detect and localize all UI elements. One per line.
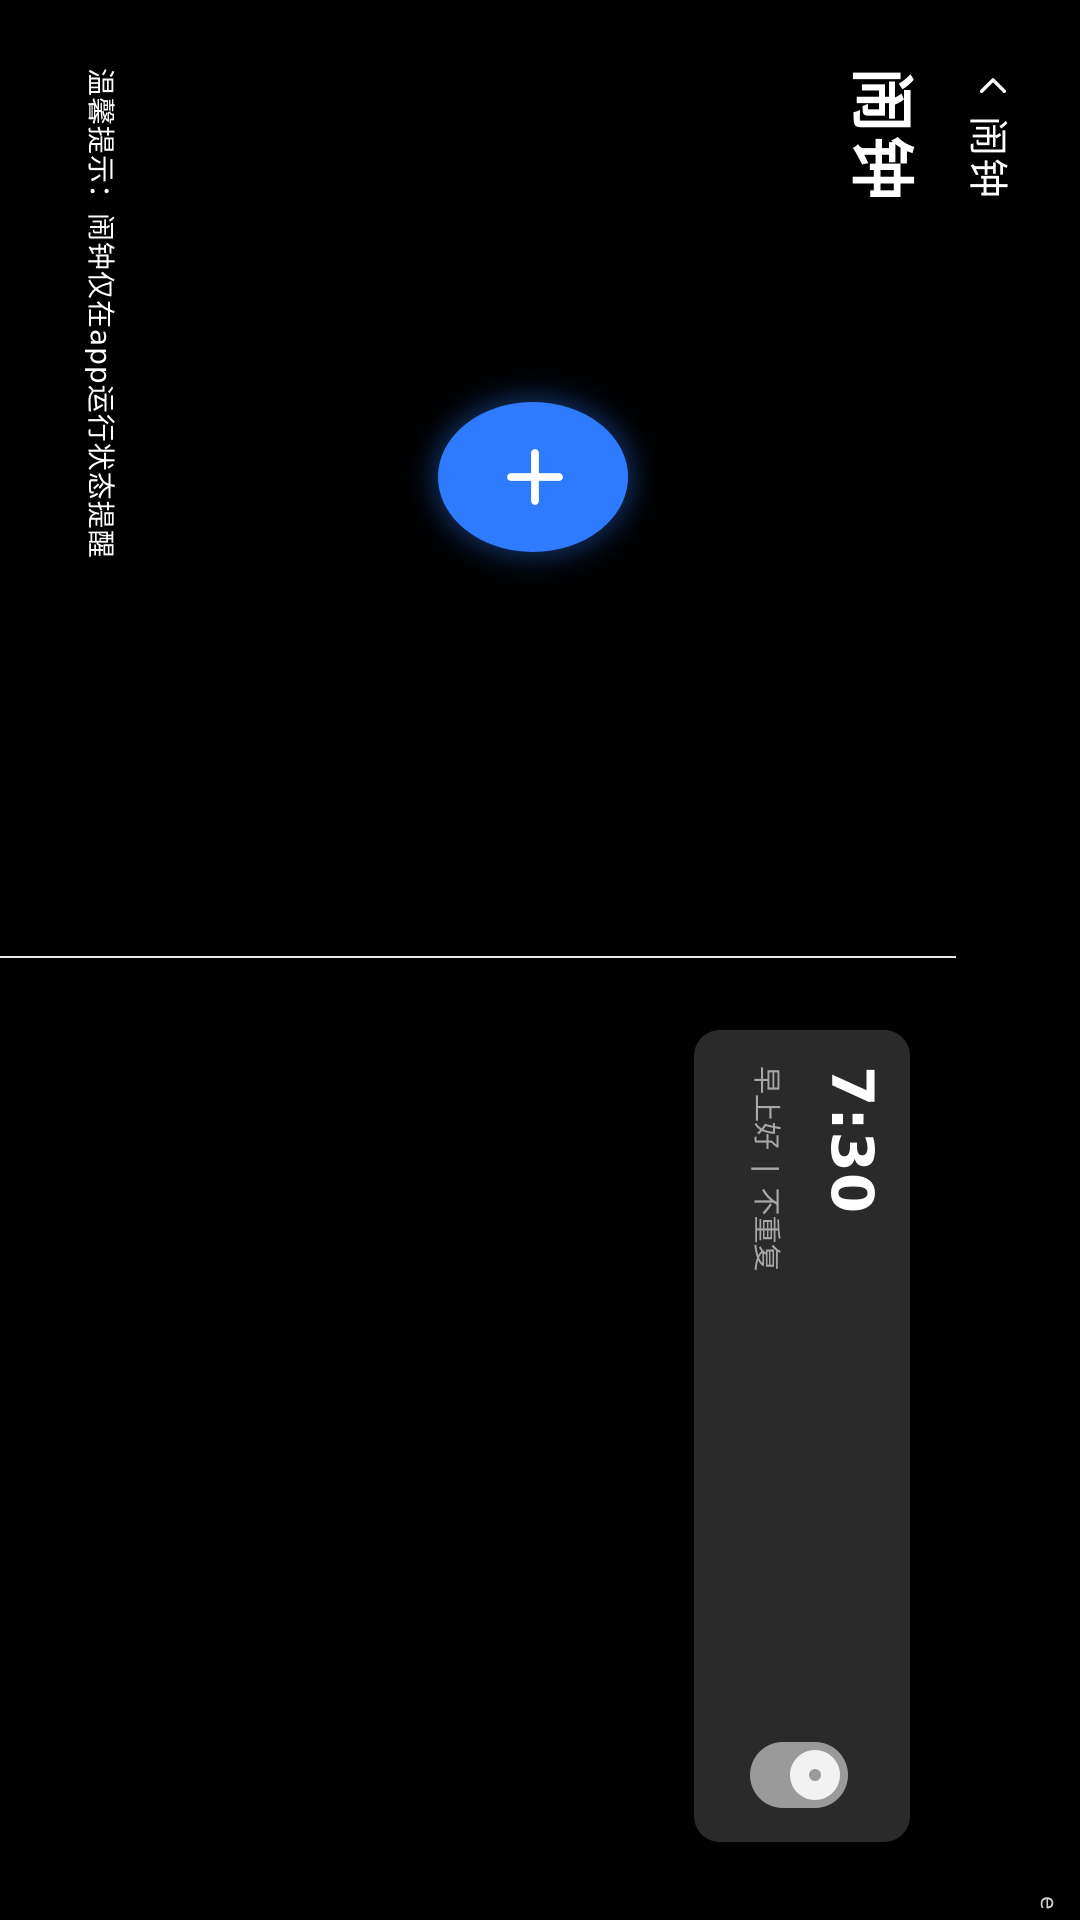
alarm-separator: | bbox=[751, 1164, 785, 1174]
chevron-left-icon bbox=[972, 70, 1010, 104]
alarm-repeat: 不重复 bbox=[750, 1187, 783, 1272]
rotated-canvas: 闹钟 闹钟 温馨提示：闹钟仅在app运行状态提醒 7:30 早上好 | 不重复 … bbox=[0, 0, 1080, 1920]
page-title: 闹钟 bbox=[843, 68, 917, 204]
alarm-card[interactable]: 7:30 早上好 | 不重复 bbox=[694, 1030, 910, 1842]
alarm-label: 早上好 bbox=[750, 1066, 783, 1151]
corner-text: e bbox=[1035, 1896, 1060, 1910]
divider bbox=[0, 956, 956, 958]
plus-icon bbox=[495, 441, 571, 513]
toggle-knob bbox=[790, 1750, 840, 1800]
screen: 闹钟 闹钟 温馨提示：闹钟仅在app运行状态提醒 7:30 早上好 | 不重复 … bbox=[0, 0, 1080, 1920]
toggle-knob-dot bbox=[809, 1769, 821, 1781]
alarm-details: 早上好 | 不重复 bbox=[748, 1066, 788, 1271]
back-button-label: 闹钟 bbox=[964, 116, 1010, 200]
tip-text: 温馨提示：闹钟仅在app运行状态提醒 bbox=[84, 68, 117, 559]
alarm-toggle[interactable] bbox=[750, 1742, 848, 1808]
add-alarm-button[interactable] bbox=[438, 402, 628, 552]
back-button[interactable]: 闹钟 bbox=[962, 70, 1020, 200]
alarm-time: 7:30 bbox=[818, 1066, 886, 1215]
